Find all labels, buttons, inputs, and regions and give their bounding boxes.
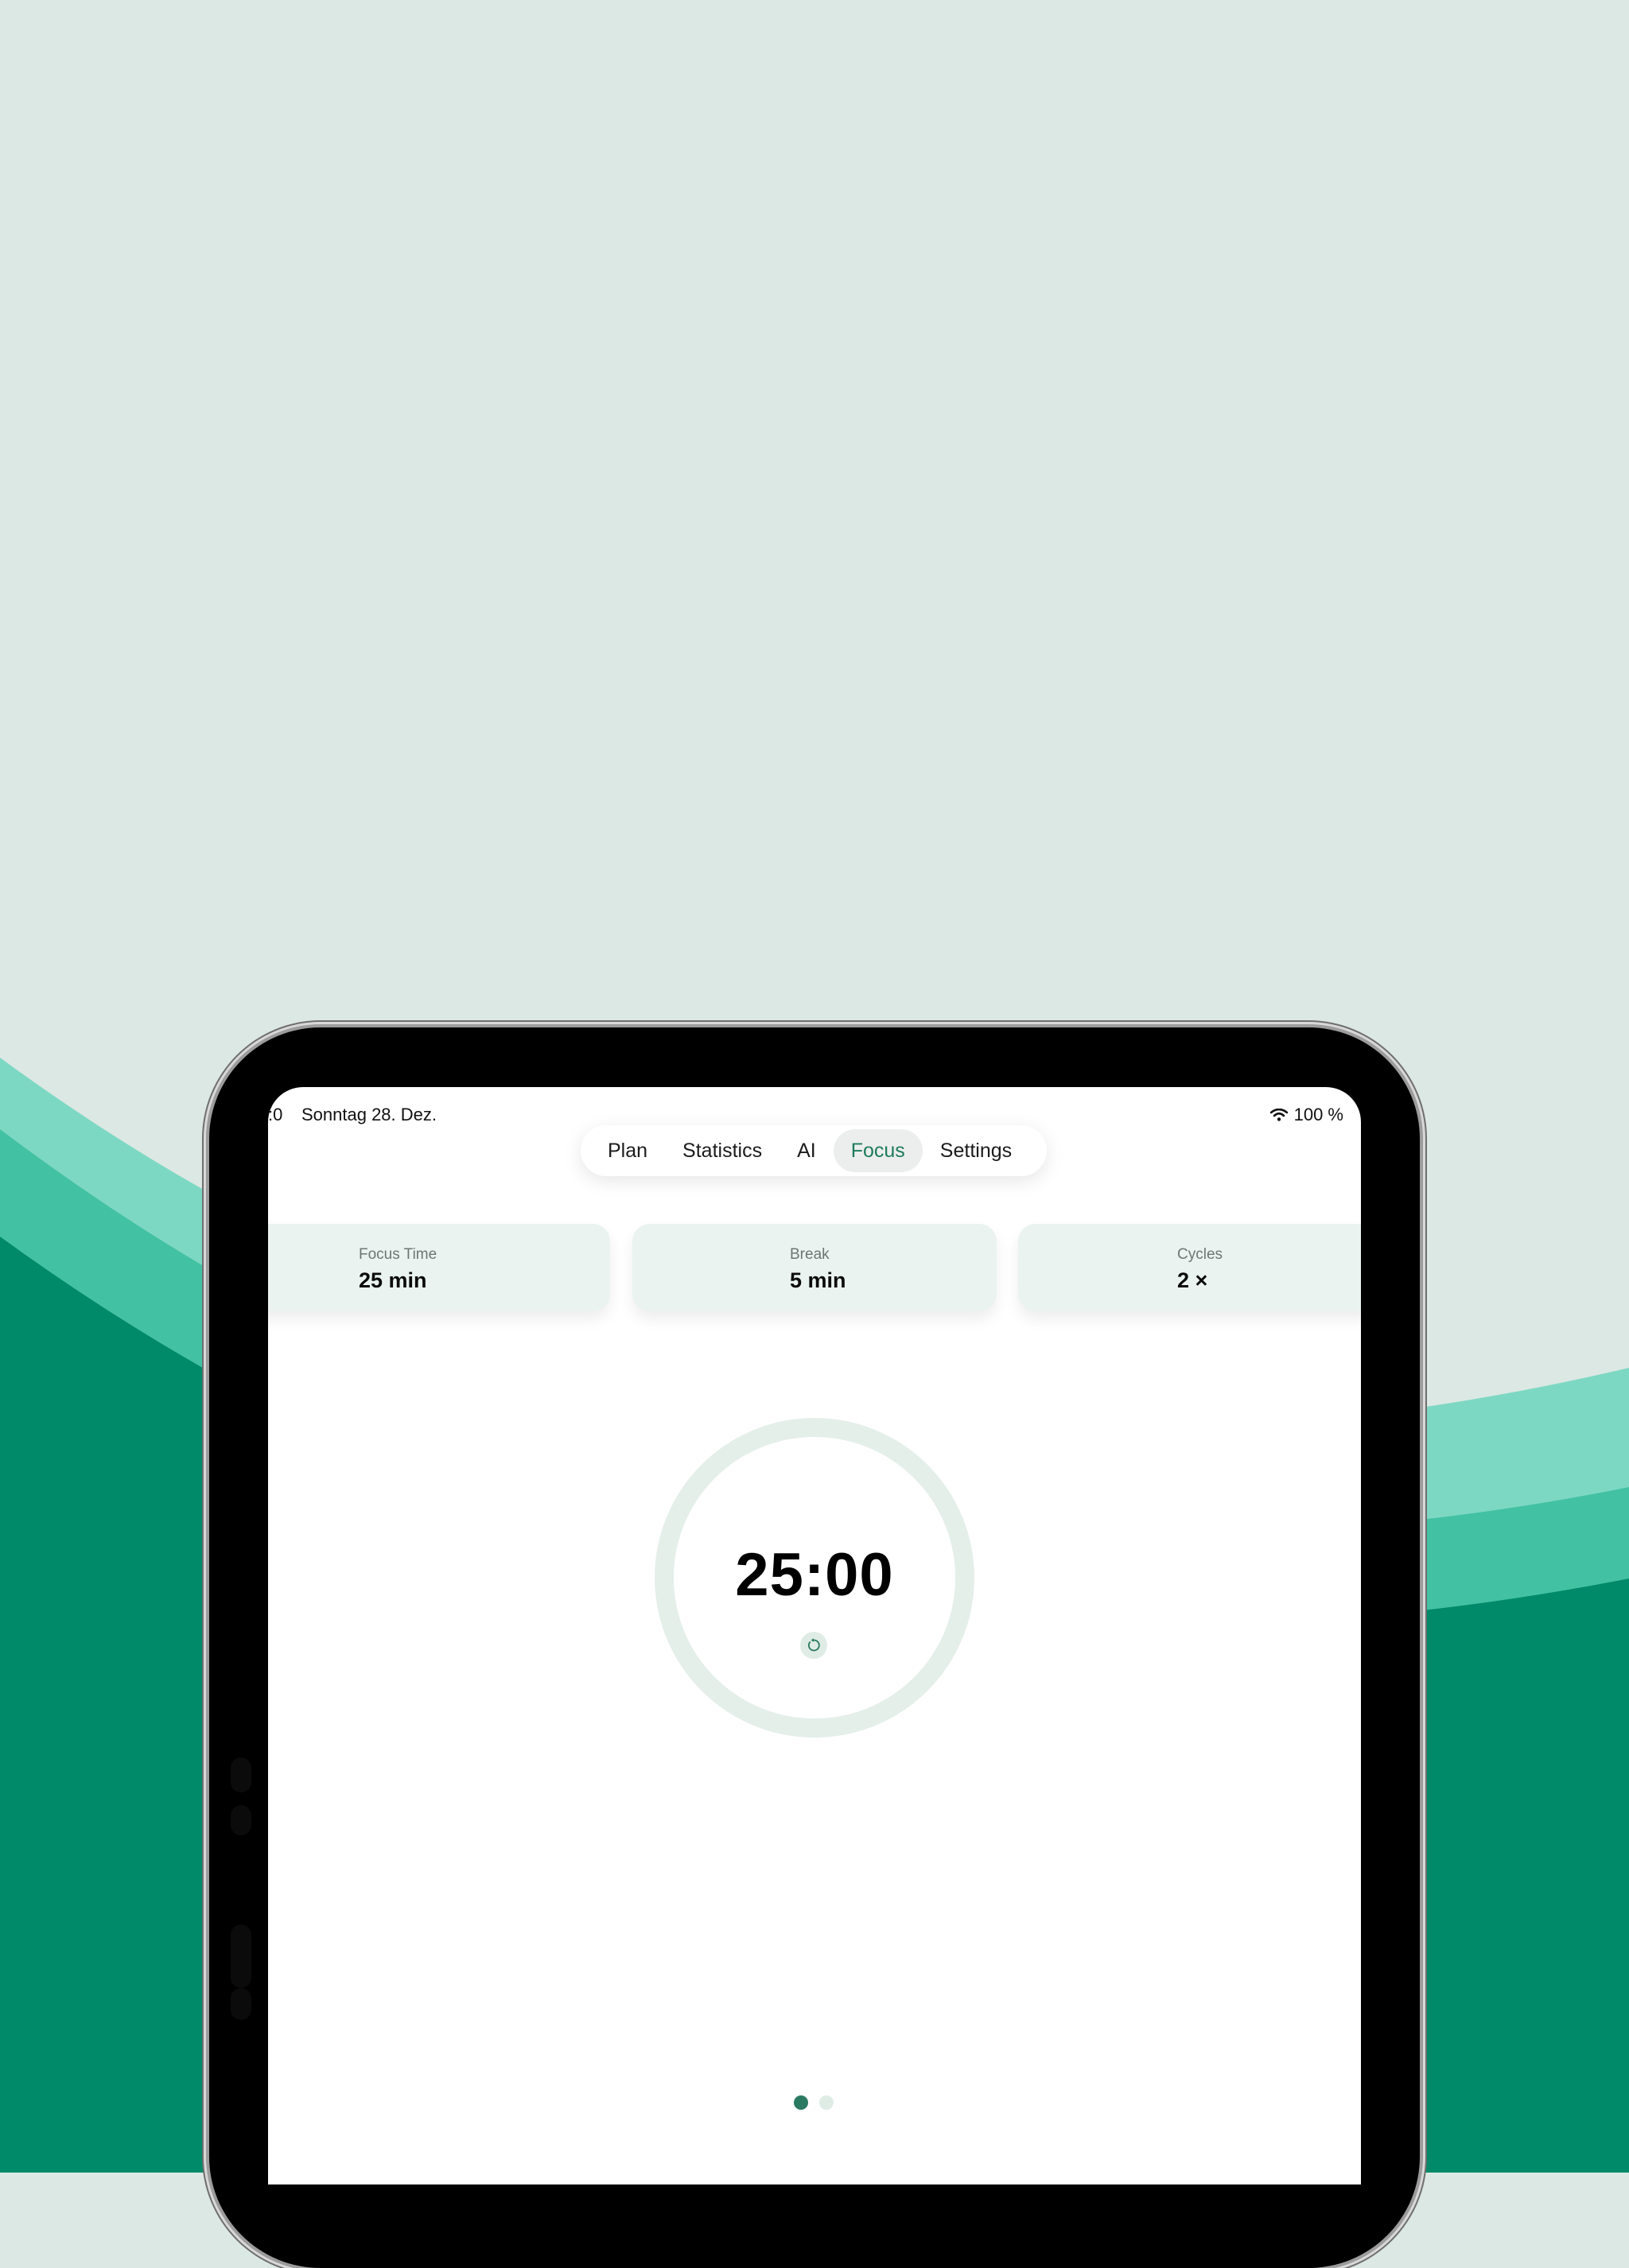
card-value: 25 min — [359, 1268, 427, 1292]
tab-ai[interactable]: AI — [780, 1129, 834, 1172]
side-button — [231, 1988, 251, 2020]
card-label: Cycles — [1177, 1246, 1223, 1263]
timer-display: 25:00 — [735, 1541, 894, 1609]
side-button — [231, 1757, 251, 1792]
cycles-card[interactable]: Cycles 2 × — [1018, 1224, 1361, 1311]
settings-cards: Focus Time 25 min Break 5 min Cycles 2 × — [268, 1224, 1361, 1311]
page-indicator — [794, 2095, 842, 2111]
tab-focus[interactable]: Focus — [833, 1129, 923, 1172]
side-button — [231, 1805, 251, 1835]
tab-bar: Plan Statistics AI Focus Settings — [581, 1125, 1047, 1176]
focus-time-card[interactable]: Focus Time 25 min — [268, 1224, 610, 1311]
card-value: 5 min — [790, 1268, 846, 1292]
reset-icon — [807, 1638, 820, 1652]
tab-settings[interactable]: Settings — [923, 1129, 1029, 1172]
card-value: 2 × — [1177, 1268, 1208, 1292]
card-label: Break — [790, 1246, 830, 1263]
page-dot[interactable] — [819, 2095, 834, 2110]
wifi-icon — [1269, 1109, 1288, 1121]
side-button — [231, 1924, 251, 1988]
break-card[interactable]: Break 5 min — [632, 1224, 997, 1311]
status-indicators: 100 % — [1269, 1105, 1343, 1125]
battery-level: 100 % — [1293, 1105, 1343, 1124]
reset-button[interactable] — [800, 1632, 827, 1659]
app-screen: :0 Sonntag 28. Dez. 100 % Plan Statistic… — [268, 1087, 1361, 2185]
status-time: :0 — [268, 1105, 283, 1124]
card-label: Focus Time — [359, 1246, 437, 1263]
page-dot-active[interactable] — [794, 2095, 808, 2110]
status-bar: :0 Sonntag 28. Dez. 100 % — [268, 1095, 1361, 1127]
status-date: Sonntag 28. Dez. — [301, 1105, 437, 1124]
tab-statistics[interactable]: Statistics — [665, 1129, 780, 1172]
tab-plan[interactable]: Plan — [590, 1129, 665, 1172]
